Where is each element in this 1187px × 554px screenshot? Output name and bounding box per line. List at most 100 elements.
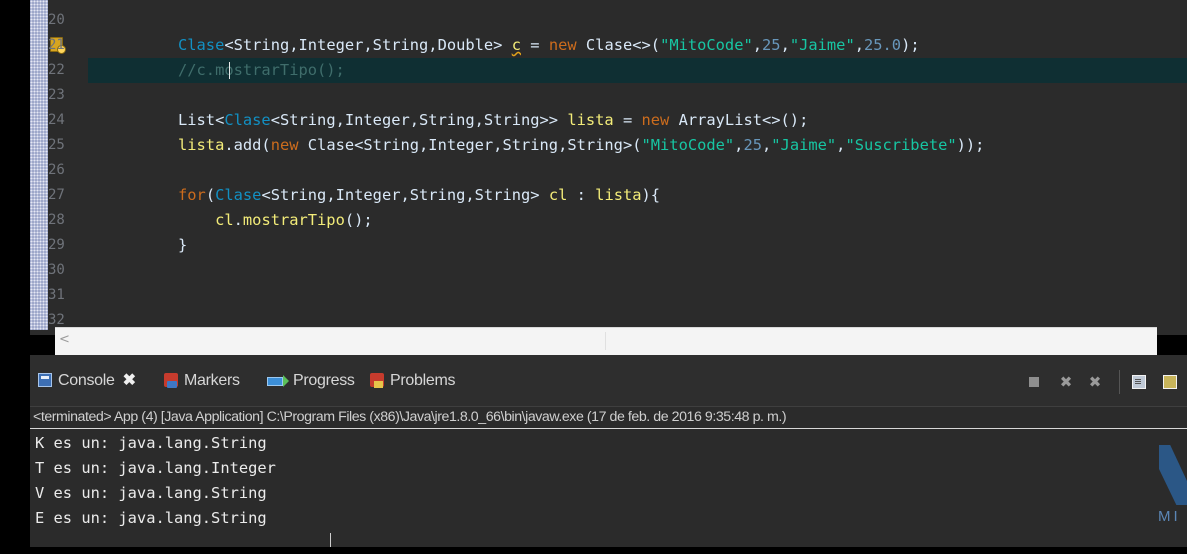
code-token: new: [641, 111, 670, 129]
code-token: Double: [437, 36, 494, 54]
clear-console-button[interactable]: [1132, 375, 1146, 389]
markers-icon: [164, 373, 178, 388]
code-token: 25: [762, 36, 781, 54]
code-token: >>: [539, 111, 568, 129]
code-token: 25: [743, 136, 762, 154]
code-token: :: [567, 186, 596, 204]
code-token: Clase: [585, 36, 633, 54]
code-token: <: [261, 186, 271, 204]
code-token: "MitoCode": [660, 36, 753, 54]
toolbar-separator: [1119, 370, 1120, 394]
code-token: <: [354, 136, 364, 154]
code-token: Integer: [335, 186, 401, 204]
code-token: mostrarTipo: [242, 211, 345, 229]
code-token: Integer: [428, 136, 494, 154]
console-view-tabbar: Console ✖ Markers Progress Problems ✖ ✖: [30, 355, 1187, 406]
code-line: Clase<String,Integer,String,Double> c = …: [178, 33, 920, 58]
tab-problems[interactable]: Problems: [370, 369, 455, 393]
line-number: 30: [48, 262, 65, 278]
code-token: }: [178, 236, 188, 254]
line-number: 23: [48, 87, 65, 103]
code-token: "Jaime": [789, 36, 855, 54]
code-token: ,: [780, 36, 790, 54]
code-token: ,: [762, 136, 772, 154]
tab-markers[interactable]: Markers: [164, 369, 240, 393]
scroll-lock-button[interactable]: [1163, 375, 1177, 389]
scroll-track[interactable]: [605, 332, 606, 350]
code-token: Clase: [307, 136, 355, 154]
horizontal-scrollbar[interactable]: <: [55, 327, 1157, 355]
code-token: ,: [465, 186, 475, 204]
code-token: ,: [326, 186, 336, 204]
code-token: <: [224, 36, 234, 54]
code-token: 25.0: [864, 36, 902, 54]
code-token: cl: [548, 186, 568, 204]
code-token: =: [613, 111, 642, 129]
code-token: String: [372, 36, 429, 54]
code-token: ,: [289, 36, 299, 54]
code-token: ,: [854, 36, 864, 54]
code-token: cl: [215, 211, 234, 229]
terminate-button[interactable]: [1027, 375, 1041, 389]
console-process-label: <terminated> App (4) [Java Application] …: [33, 409, 787, 425]
code-token: c: [511, 36, 521, 54]
watermark-text: MI: [1158, 508, 1181, 525]
code-token: ();: [344, 211, 373, 229]
code-token: String: [502, 136, 559, 154]
code-token: ));: [956, 136, 985, 154]
code-line: List<Clase<String,Integer,String,String>…: [178, 108, 808, 133]
code-line: for(Clase<String,Integer,String,String> …: [178, 183, 660, 208]
code-token: String: [567, 136, 623, 154]
code-token: .: [233, 211, 243, 229]
code-token: Integer: [298, 36, 364, 54]
console-output[interactable]: K es un: java.lang.String T es un: java.…: [30, 429, 1187, 547]
code-token: String: [363, 136, 420, 154]
tab-console[interactable]: Console ✖: [38, 369, 136, 393]
mouse-cursor: [330, 533, 331, 547]
code-token: .add(: [224, 136, 271, 154]
console-icon: [38, 373, 52, 387]
code-token: ArrayList: [678, 111, 762, 129]
code-token: ,: [428, 36, 438, 54]
console-output-line: K es un: java.lang.String: [35, 434, 267, 452]
problems-icon: [370, 373, 384, 388]
code-token: List: [178, 111, 216, 129]
console-output-line: T es un: java.lang.Integer: [35, 459, 276, 477]
code-token: <>(: [632, 36, 661, 54]
code-token: ,: [363, 36, 373, 54]
code-token: "Jaime": [771, 136, 837, 154]
code-token: lista: [567, 111, 614, 129]
code-token: //c.mostrarTipo();: [178, 61, 345, 79]
code-editor[interactable]: 20 21 22 23 24 25 26 27 28 29 30 31 32 Clase<String,…: [30, 0, 1187, 335]
code-token: <: [270, 111, 280, 129]
code-token: <: [215, 111, 225, 129]
code-token: >(: [622, 136, 642, 154]
remove-launch-button[interactable]: ✖: [1059, 375, 1073, 390]
code-token: new: [548, 36, 577, 54]
tab-problems-label: Problems: [390, 372, 456, 389]
code-token: >: [530, 186, 549, 204]
code-token: ){: [641, 186, 661, 204]
code-token: Clase: [224, 111, 271, 129]
code-token: <>();: [762, 111, 809, 129]
code-token: String: [233, 36, 290, 54]
scroll-left-arrow-icon[interactable]: <: [59, 332, 70, 347]
code-token: Integer: [344, 111, 410, 129]
code-token: (: [205, 186, 216, 204]
code-token: ,: [558, 136, 568, 154]
remove-all-terminated-button[interactable]: ✖: [1088, 375, 1102, 390]
line-number: 29: [48, 237, 65, 253]
code-token: lista: [595, 186, 642, 204]
close-icon[interactable]: ✖: [123, 369, 136, 393]
code-token: for: [178, 186, 206, 204]
code-token: new: [270, 136, 299, 154]
code-token: lista: [178, 136, 225, 154]
tab-markers-label: Markers: [184, 372, 240, 389]
code-token: Clase: [178, 36, 225, 54]
line-number: 24: [48, 112, 65, 128]
tab-progress[interactable]: Progress: [267, 369, 355, 393]
line-number: 27: [48, 187, 65, 203]
